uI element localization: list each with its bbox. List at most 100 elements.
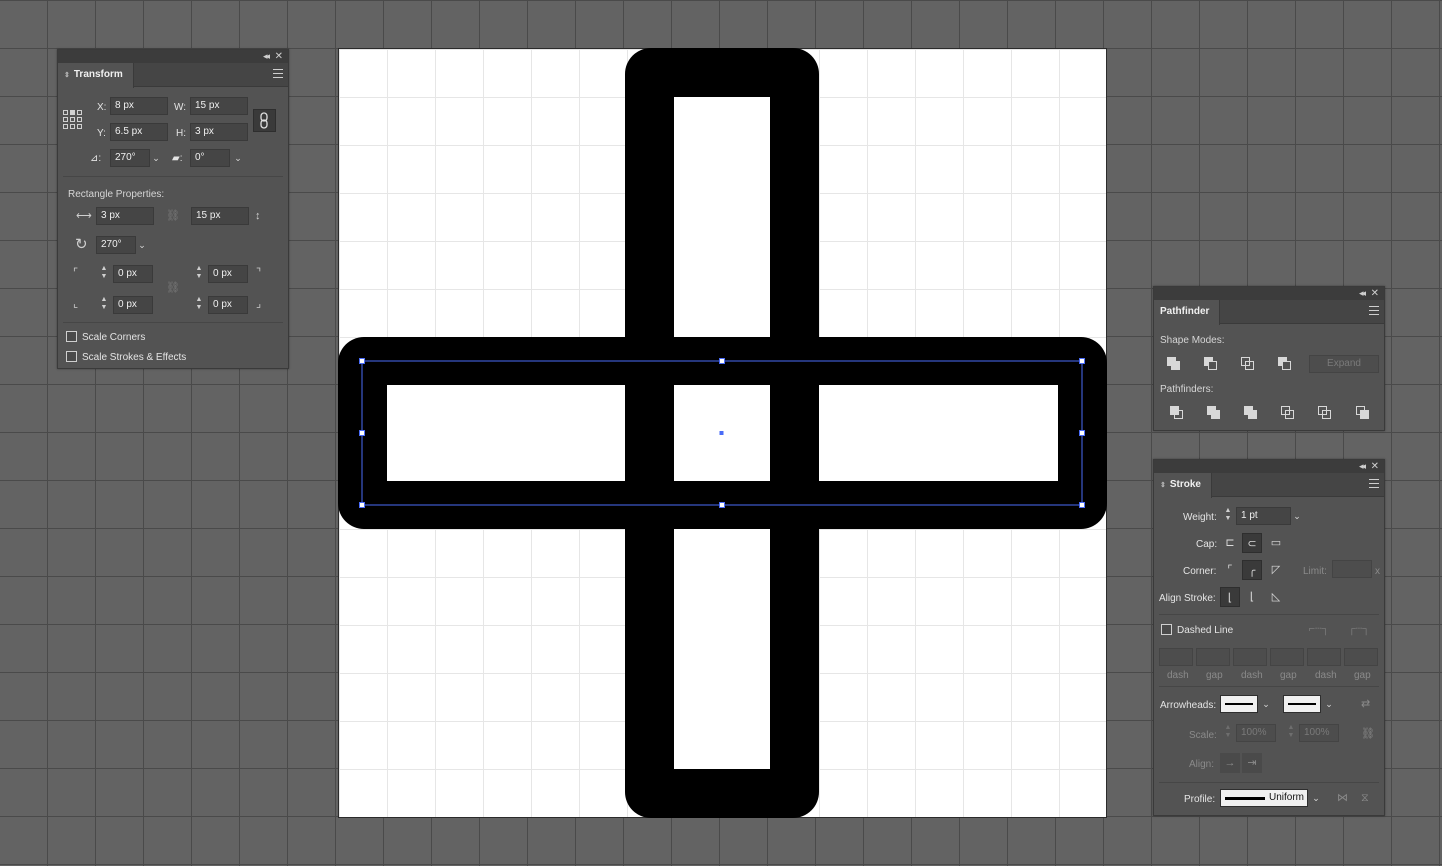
flip-across-icon[interactable]: ⧖ (1361, 792, 1369, 804)
scale-corners-checkbox[interactable] (66, 331, 77, 342)
gap-3-field[interactable] (1344, 648, 1378, 666)
limit-field[interactable] (1332, 560, 1372, 578)
align-dash-corners-icon[interactable]: ┌┄┐ (1342, 619, 1376, 639)
extend-arrow-tip-icon[interactable]: → (1220, 753, 1240, 773)
dash-3-field[interactable] (1307, 648, 1341, 666)
reference-point-icon[interactable] (63, 110, 83, 130)
projecting-cap-icon[interactable]: ▭ (1266, 533, 1286, 553)
collapse-icon[interactable]: ◂◂ (1359, 460, 1366, 473)
scale-strokes-checkbox[interactable] (66, 351, 77, 362)
h-field[interactable]: 3 px (190, 123, 248, 141)
corner-bl-stepper[interactable]: ▲ ▼ (98, 296, 110, 314)
crop-icon[interactable] (1281, 406, 1295, 420)
round-join-icon[interactable]: ╭ (1242, 560, 1262, 580)
handle-middle-left[interactable] (359, 430, 365, 436)
panel-titlebar[interactable]: ◂◂ ✕ (58, 50, 288, 63)
handle-middle-right[interactable] (1079, 430, 1085, 436)
weight-field[interactable]: 1 pt (1236, 507, 1291, 525)
panel-menu-icon[interactable] (1369, 306, 1379, 315)
handle-bottom-left[interactable] (359, 502, 365, 508)
corner-tr-stepper[interactable]: ▲ ▼ (193, 265, 205, 283)
scale-end-stepper[interactable]: ▲ ▼ (1285, 724, 1297, 742)
flip-along-icon[interactable]: ⋈ (1337, 792, 1348, 804)
constrain-proportions-link-icon[interactable] (253, 109, 276, 132)
handle-top-left[interactable] (359, 358, 365, 364)
rotate-field[interactable]: 270° (110, 149, 150, 167)
gap-2-field[interactable] (1270, 648, 1304, 666)
profile-select[interactable]: Uniform (1220, 789, 1308, 807)
bevel-join-icon[interactable]: ◸ (1266, 560, 1286, 580)
align-outside-icon[interactable]: ◺ (1266, 587, 1286, 607)
round-cap-icon[interactable]: ⊂ (1242, 533, 1262, 553)
tab-transform[interactable]: ⇕ Transform (58, 63, 134, 88)
panel-menu-icon[interactable] (273, 69, 283, 78)
rect-angle-field[interactable]: 270° (96, 236, 136, 254)
collapse-icon[interactable]: ◂◂ (263, 50, 270, 63)
expand-button[interactable]: Expand (1309, 355, 1379, 373)
corner-br-field[interactable]: 0 px (208, 296, 248, 314)
weight-stepper[interactable]: ▲ ▼ (1222, 507, 1234, 525)
arrowhead-end-select[interactable] (1283, 695, 1321, 713)
place-arrow-at-end-icon[interactable]: ⇥ (1242, 753, 1262, 773)
gap-1-field[interactable] (1196, 648, 1230, 666)
link-scale-chain-icon[interactable]: ⛓ (1361, 728, 1375, 740)
minus-front-icon[interactable] (1204, 357, 1218, 371)
corner-br-stepper[interactable]: ▲ ▼ (193, 296, 205, 314)
weight-chevron-down-icon[interactable]: ⌄ (1289, 507, 1305, 525)
merge-icon[interactable] (1244, 406, 1258, 420)
panel-titlebar[interactable]: ◂◂ ✕ (1154, 460, 1384, 473)
w-field[interactable]: 15 px (190, 97, 248, 115)
rect-angle-chevron-down-icon[interactable]: ⌄ (134, 236, 150, 254)
butt-cap-icon[interactable]: ⊏ (1220, 533, 1240, 553)
artwork-canvas[interactable] (338, 48, 1109, 820)
corner-unlinked-chain-icon[interactable]: ⛓ (166, 282, 180, 294)
panel-menu-icon[interactable] (1369, 479, 1379, 488)
y-field[interactable]: 6.5 px (110, 123, 168, 141)
corner-bl-field[interactable]: 0 px (113, 296, 153, 314)
artboard[interactable] (338, 48, 1107, 818)
rect-height-field[interactable]: 15 px (191, 207, 249, 225)
shear-field[interactable]: 0° (190, 149, 230, 167)
arrowhead-start-chevron-down-icon[interactable]: ⌄ (1258, 695, 1274, 713)
scale-start-stepper[interactable]: ▲ ▼ (1222, 724, 1234, 742)
handle-top-middle[interactable] (719, 358, 725, 364)
close-icon[interactable]: ✕ (275, 50, 283, 63)
scale-start-field[interactable]: 100% (1236, 724, 1276, 742)
arrowhead-end-chevron-down-icon[interactable]: ⌄ (1321, 695, 1337, 713)
rotate-dropdown-chevron-down-icon[interactable]: ⌄ (148, 149, 164, 167)
handle-top-right[interactable] (1079, 358, 1085, 364)
handle-bottom-middle[interactable] (719, 502, 725, 508)
divide-icon[interactable] (1170, 406, 1184, 420)
corner-tl-field[interactable]: 0 px (113, 265, 153, 283)
dash-2-field[interactable] (1233, 648, 1267, 666)
rect-width-field[interactable]: 3 px (96, 207, 154, 225)
handle-bottom-right[interactable] (1079, 502, 1085, 508)
corner-tr-field[interactable]: 0 px (208, 265, 248, 283)
trim-icon[interactable] (1207, 406, 1221, 420)
align-center-icon[interactable]: ⌊ (1220, 587, 1240, 607)
minus-back-icon[interactable] (1356, 406, 1370, 420)
x-field[interactable]: 8 px (110, 97, 168, 115)
dash-1-field[interactable] (1159, 648, 1193, 666)
collapse-icon[interactable]: ◂◂ (1359, 287, 1366, 300)
shear-dropdown-chevron-down-icon[interactable]: ⌄ (230, 149, 246, 167)
exclude-icon[interactable] (1278, 357, 1292, 371)
panel-titlebar[interactable]: ◂◂ ✕ (1154, 287, 1384, 300)
close-icon[interactable]: ✕ (1371, 460, 1379, 473)
close-icon[interactable]: ✕ (1371, 287, 1379, 300)
profile-chevron-down-icon[interactable]: ⌄ (1308, 789, 1324, 807)
tab-pathfinder[interactable]: Pathfinder (1154, 300, 1221, 325)
miter-join-icon[interactable]: ⌜ (1220, 560, 1240, 580)
preserve-dash-icon[interactable]: ⌐┄┐ (1302, 619, 1336, 639)
scale-end-field[interactable]: 100% (1299, 724, 1339, 742)
tab-stroke[interactable]: ⇕ Stroke (1154, 473, 1212, 498)
unlinked-chain-icon[interactable]: ⛓ (166, 210, 180, 222)
dashed-line-checkbox[interactable] (1161, 624, 1172, 635)
align-inside-icon[interactable]: ⌊ (1242, 587, 1262, 607)
outline-icon[interactable] (1318, 406, 1332, 420)
unite-icon[interactable] (1167, 357, 1181, 371)
intersect-icon[interactable] (1241, 357, 1255, 371)
arrowhead-start-select[interactable] (1220, 695, 1258, 713)
swap-arrowheads-icon[interactable]: ⇄ (1361, 698, 1370, 710)
corner-tl-stepper[interactable]: ▲ ▼ (98, 265, 110, 283)
